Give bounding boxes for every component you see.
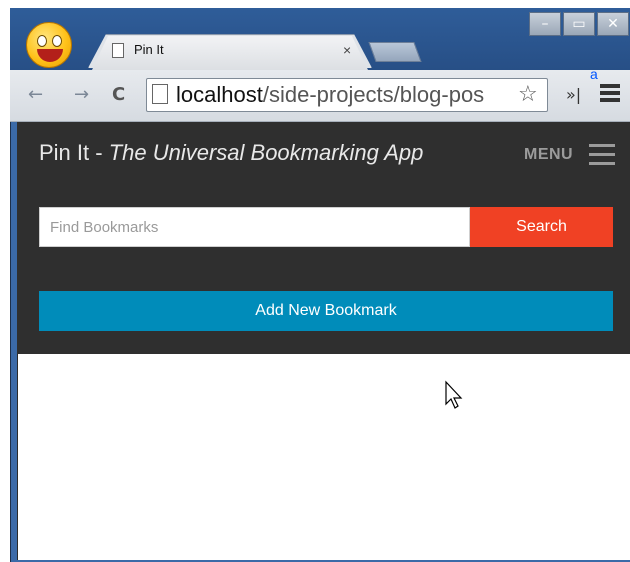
app-title-prefix: Pin It -	[39, 140, 109, 165]
page-icon	[152, 84, 168, 104]
close-window-button[interactable]: ✕	[597, 12, 629, 36]
extension-badge[interactable]: a	[590, 66, 598, 82]
menu-label[interactable]: MENU	[524, 146, 573, 164]
app-title: Pin It - The Universal Bookmarking App	[39, 140, 423, 166]
star-icon[interactable]: ☆	[518, 82, 538, 107]
browser-menu-icon[interactable]	[600, 84, 620, 102]
maximize-button[interactable]: ▭	[563, 12, 595, 36]
browser-logo-icon	[26, 22, 72, 68]
hamburger-menu-icon[interactable]	[589, 144, 615, 165]
url-path: /side-projects/blog-pos	[262, 82, 485, 107]
add-new-bookmark-button[interactable]: Add New Bookmark	[39, 291, 613, 331]
page-icon	[112, 43, 124, 58]
logo-eye-icon	[37, 35, 47, 47]
tab-close-icon[interactable]: ×	[343, 42, 351, 58]
new-tab-button[interactable]	[368, 42, 422, 62]
content-area	[17, 354, 630, 560]
logo-eye-icon	[52, 35, 62, 47]
mouse-cursor-icon	[445, 380, 463, 409]
minimize-button[interactable]: –	[529, 12, 561, 36]
url-text[interactable]: localhost/side-projects/blog-pos	[176, 82, 522, 108]
search-input[interactable]	[39, 207, 470, 247]
logo-mouth-icon	[37, 49, 63, 62]
extensions-chevron-icon[interactable]: »|	[566, 85, 581, 104]
url-host: localhost	[176, 82, 263, 107]
window-controls: – ▭ ✕	[529, 12, 630, 36]
search-button[interactable]: Search	[470, 207, 613, 247]
tab-title[interactable]: Pin It	[134, 42, 164, 57]
back-arrow-icon[interactable]: ←	[28, 84, 43, 105]
forward-arrow-icon[interactable]: →	[74, 84, 89, 105]
reload-icon[interactable]: C	[112, 84, 125, 105]
app-tagline: The Universal Bookmarking App	[108, 140, 424, 165]
